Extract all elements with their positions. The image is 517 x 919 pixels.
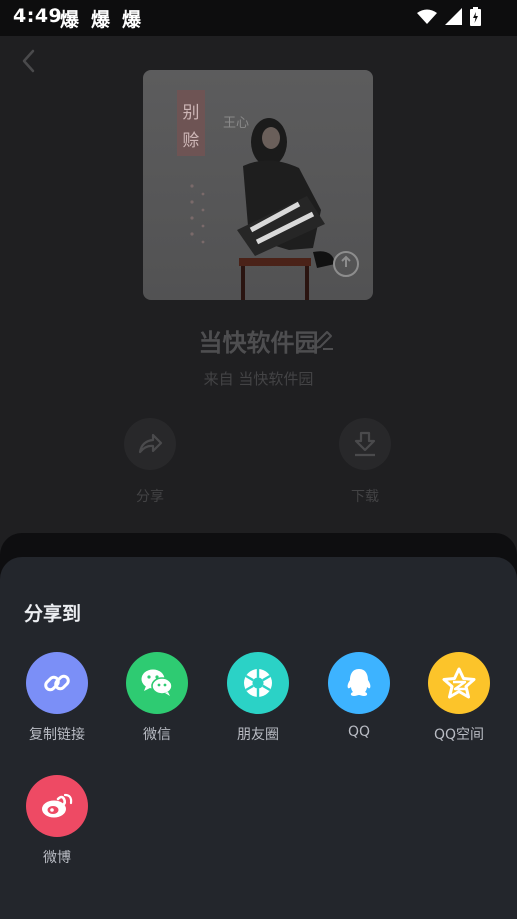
share-moments-circle [227,652,289,714]
cover-title-char: 赊 [182,131,200,151]
share-action-circle [124,418,176,470]
cover-person-figure [237,118,335,300]
battery-charging-icon [470,7,481,26]
playlist-source: 来自 当快软件园 [203,370,314,388]
notification-icon: 爆 [122,9,142,31]
share-copy-link-circle [26,652,88,714]
cover-title-char: 别 [182,103,200,123]
back-button[interactable] [14,46,44,76]
wechat-icon [141,669,173,696]
status-time: 4:49 [13,5,63,27]
share-qzone-label: QQ空间 [433,727,485,743]
cover-refresh-icon[interactable] [333,251,359,277]
wifi-icon [417,9,437,24]
download-action-label: 下载 [351,489,379,505]
cover-text-dots [190,184,205,244]
share-wechat-label: 微信 [143,727,171,743]
share-action-button[interactable]: 分享 [124,418,178,505]
download-action-circle [339,418,391,470]
download-action-button[interactable]: 下载 [339,418,393,505]
share-weibo-circle [26,775,88,837]
share-qq-label: QQ [347,724,371,740]
link-icon [44,674,70,692]
qq-icon [347,669,371,696]
share-arrow-icon [138,433,163,454]
qzone-star-icon [442,667,476,699]
share-moments-label: 朋友圈 [237,727,279,743]
share-sheet: 分享到 复制链接 微信 朋友圈 QQ QQ空间 微博 [0,557,517,919]
share-action-label: 分享 [136,489,164,505]
album-cover[interactable]: 别 赊 王心 [143,70,373,300]
share-copy-link-label: 复制链接 [29,727,85,743]
chevron-left-icon [22,49,35,73]
share-weibo-label: 微博 [43,850,71,866]
notification-icon: 爆 [60,9,80,31]
share-wechat-circle [126,652,188,714]
status-bar: 4:49 爆 爆 爆 [0,0,517,36]
cover-title-box: 别 赊 [177,90,205,156]
playlist-title: 当快软件园 [198,329,319,357]
download-icon [354,431,376,457]
edit-pencil-icon[interactable] [311,328,335,352]
notification-icon: 爆 [91,9,111,31]
weibo-icon [42,793,73,818]
share-qzone-circle [428,652,490,714]
moments-icon [244,669,272,697]
share-sheet-title: 分享到 [24,603,82,625]
signal-icon [445,8,462,25]
share-qq-circle [328,652,390,714]
